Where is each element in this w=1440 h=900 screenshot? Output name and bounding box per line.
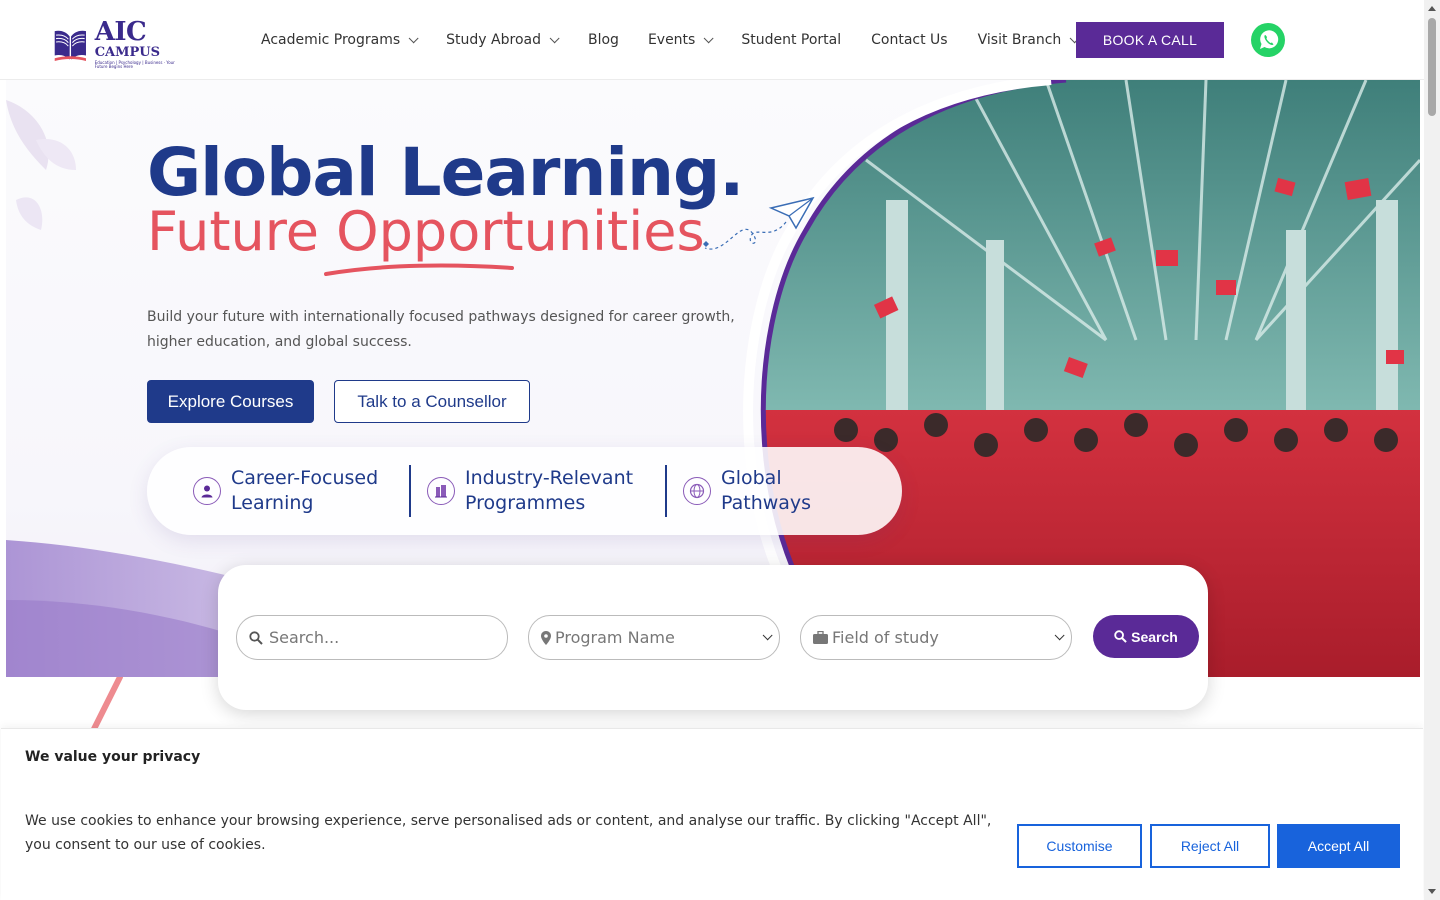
cookie-customise-button[interactable]: Customise	[1017, 824, 1142, 868]
feature-divider	[409, 465, 411, 517]
course-search-card: Search... Program Name Field of study Se…	[218, 565, 1208, 710]
feature-line2: Pathways	[721, 492, 812, 514]
search-icon	[249, 630, 263, 645]
field-of-study-select[interactable]: Field of study	[800, 615, 1072, 660]
paper-plane-icon	[703, 196, 815, 250]
feature-line2: Programmes	[465, 492, 586, 514]
chevron-down-icon	[549, 32, 560, 43]
features-bar: Career-Focused Learning Industry-Relevan…	[147, 447, 902, 535]
cookie-reject-all-button[interactable]: Reject All	[1150, 824, 1270, 868]
nav-blog[interactable]: Blog	[588, 32, 619, 48]
cookie-text: We use cookies to enhance your browsing …	[25, 813, 992, 853]
nav-student-portal[interactable]: Student Portal	[741, 32, 841, 48]
cookie-accept-all-button[interactable]: Accept All	[1277, 824, 1400, 868]
feature-line1: Global	[721, 467, 782, 489]
nav-events[interactable]: Events	[647, 32, 714, 48]
feature-line1: Industry-Relevant	[465, 467, 634, 489]
whatsapp-icon[interactable]	[1250, 22, 1286, 58]
scroll-down-icon[interactable]	[1428, 889, 1436, 894]
feature-line2: Learning	[231, 492, 314, 514]
program-select-label: Program Name	[555, 628, 675, 647]
logo-aic: AIC	[94, 17, 147, 47]
search-button[interactable]: Search	[1093, 615, 1199, 658]
program-name-select[interactable]: Program Name	[528, 615, 780, 660]
feature-industry-relevant: Industry-Relevant Programmes	[427, 465, 665, 517]
logo-campus: CAMPUS	[94, 45, 161, 60]
talk-to-counsellor-button[interactable]: Talk to a Counsellor	[334, 380, 530, 423]
underline-swoosh-icon	[324, 263, 514, 276]
nav-academic-programs[interactable]: Academic Programs	[261, 32, 419, 48]
feature-text: Career-Focused Learning	[231, 466, 378, 516]
chevron-down-icon	[1054, 630, 1065, 641]
hero-description: Build your future with internationally f…	[147, 309, 735, 350]
building-icon	[427, 477, 455, 505]
nav-visit-branch[interactable]: Visit Branch	[977, 32, 1080, 48]
field-select-label: Field of study	[832, 628, 939, 647]
nav-label: Events	[647, 32, 696, 48]
scrollbar-thumb[interactable]	[1428, 18, 1436, 116]
chevron-down-icon	[408, 32, 419, 43]
feature-divider	[665, 465, 667, 517]
search-placeholder: Search...	[269, 628, 340, 647]
nav-label: Student Portal	[741, 32, 842, 48]
nav-label: Contact Us	[871, 32, 948, 48]
book-a-call-button[interactable]: BOOK A CALL	[1076, 22, 1224, 58]
feature-global-pathways: Global Pathways	[683, 465, 811, 517]
nav-label: Visit Branch	[977, 32, 1062, 48]
user-icon	[193, 477, 221, 505]
cookie-consent-banner: We value your privacy We use cookies to …	[1, 728, 1423, 900]
chevron-down-icon	[762, 630, 773, 641]
nav-contact-us[interactable]: Contact Us	[871, 32, 947, 48]
logo-tagline: Education | Psychology | Business · Your…	[94, 60, 175, 69]
globe-icon	[683, 477, 711, 505]
briefcase-icon	[813, 631, 828, 644]
nav-study-abroad[interactable]: Study Abroad	[446, 32, 560, 48]
chevron-down-icon	[704, 32, 714, 43]
page-scrollbar[interactable]	[1424, 0, 1440, 900]
field-select-value: Field of study	[813, 628, 939, 647]
feature-text: Global Pathways	[721, 466, 811, 516]
logo-wordmark: AIC CAMPUS Education | Psychology | Busi…	[95, 19, 176, 69]
hero-title-line2: Future Opportunities	[147, 200, 705, 263]
main-nav: Academic Programs Study Abroad Blog Even…	[261, 0, 1080, 80]
search-icon	[1114, 630, 1127, 643]
search-button-label: Search	[1131, 628, 1178, 645]
feature-line1: Career-Focused	[231, 467, 379, 489]
cookie-title: We value your privacy	[25, 749, 201, 765]
nav-label: Study Abroad	[446, 32, 541, 48]
site-logo[interactable]: AIC CAMPUS Education | Psychology | Busi…	[52, 16, 176, 72]
scroll-up-icon[interactable]	[1428, 6, 1436, 11]
feature-career-focused: Career-Focused Learning	[193, 465, 409, 517]
feature-text: Industry-Relevant Programmes	[465, 466, 633, 516]
site-header: AIC CAMPUS Education | Psychology | Busi…	[0, 0, 1424, 80]
nav-label: Academic Programs	[261, 32, 401, 48]
nav-label: Blog	[587, 32, 619, 48]
map-pin-icon	[541, 630, 551, 645]
book-logo-icon	[54, 30, 86, 61]
explore-courses-button[interactable]: Explore Courses	[147, 380, 314, 423]
search-input[interactable]: Search...	[236, 615, 508, 660]
program-select-value: Program Name	[541, 628, 675, 647]
